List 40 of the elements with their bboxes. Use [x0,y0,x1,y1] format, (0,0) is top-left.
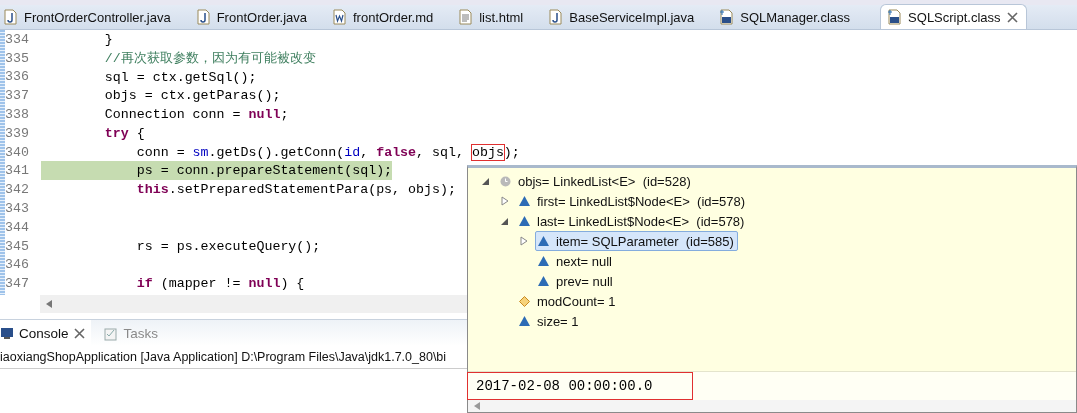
variable-item[interactable]: size= 1 [516,311,583,331]
code-line: this.setPreparedStatementPara(ps, objs); [135,181,456,200]
line-number: 347 [5,276,30,292]
line-number: 337 [5,88,30,104]
line-number: 343 [5,201,30,217]
code-line: if (mapper != null) { [135,275,305,294]
code-line: try { [103,124,145,143]
variable-item[interactable]: next= null [535,251,616,271]
line-number: 344 [5,219,30,235]
code-line: rs = ps.executeQuery(); [135,237,321,256]
line-number: 335 [5,50,30,66]
editor-tab[interactable]: BaseServiceImpl.java [545,5,709,29]
editor-tab[interactable]: SQLManager.class [716,5,865,29]
value-detail: 2017-02-08 00:00:00.0 [468,373,693,399]
editor-tab[interactable]: frontOrder.md [329,5,448,29]
variable-item[interactable]: prev= null [535,271,617,291]
line-number: 341 [5,163,30,179]
line-number: 338 [5,107,30,123]
variable-item[interactable]: item= SQLParameter (id=585) [535,231,738,251]
code-line: sql = ctx.getSql(); [103,68,257,87]
code-line: } [103,30,113,49]
editor-tab[interactable]: FrontOrderController.java [0,5,185,29]
line-number: 336 [5,69,30,85]
variable-item[interactable]: last= LinkedList$Node<E> (id=578) [516,211,749,231]
line-number: 345 [5,238,30,254]
line-number: 340 [5,144,30,160]
code-line: Connection conn = null; [103,106,289,125]
editor-tab[interactable]: FrontOrder.java [192,5,321,29]
variable-item[interactable]: objs= LinkedList<E> (id=528) [497,171,695,191]
variable-item[interactable]: modCount= 1 [516,291,620,311]
line-number: 346 [5,257,30,273]
editor-tab[interactable]: SQLScript.class [880,4,1027,29]
code-line: //再次获取参数，因为有可能被改变 [103,49,316,68]
line-number: 342 [5,182,30,198]
variable-item[interactable]: first= LinkedList$Node<E> (id=578) [516,191,750,211]
code-line: conn = sm.getDs().getConn(id, false, sql, objs); [135,143,520,162]
code-line: objs = ctx.getParas(); [103,87,281,106]
line-number: 339 [5,125,30,141]
line-number: 334 [5,31,30,47]
editor-tab[interactable]: list.html [455,5,538,29]
